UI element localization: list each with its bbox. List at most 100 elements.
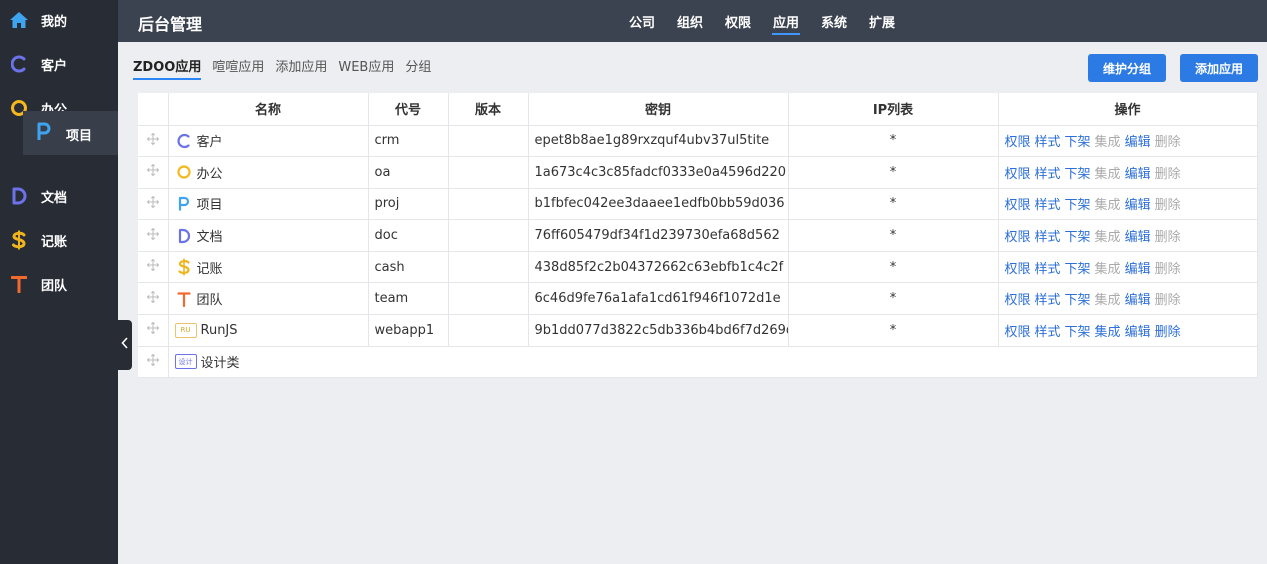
permission-link[interactable]: 权限 xyxy=(1005,321,1031,340)
offline-link[interactable]: 下架 xyxy=(1065,194,1091,213)
drag-handle[interactable] xyxy=(138,251,169,284)
style-link[interactable]: 样式 xyxy=(1035,226,1061,245)
app-code: cash xyxy=(368,251,449,284)
permission-link[interactable]: 权限 xyxy=(1005,131,1031,150)
permission-link[interactable]: 权限 xyxy=(1005,226,1031,245)
app-code: proj xyxy=(368,188,449,221)
app-name-cell: 团队 xyxy=(168,282,369,316)
sidebar-item-my[interactable]: 我的 xyxy=(0,0,118,40)
offline-link[interactable]: 下架 xyxy=(1065,258,1091,277)
offline-link[interactable]: 下架 xyxy=(1065,289,1091,308)
nav-apps[interactable]: 应用 xyxy=(762,0,810,42)
integrate-link: 集成 xyxy=(1094,135,1121,151)
nav-org[interactable]: 组织 xyxy=(666,0,714,42)
sidebar-collapse-button[interactable] xyxy=(118,320,132,370)
tab-web-apps[interactable]: WEB应用 xyxy=(338,58,394,80)
app-code: doc xyxy=(368,219,449,252)
maintain-group-button[interactable]: 维护分组 xyxy=(1088,54,1166,82)
style-link[interactable]: 样式 xyxy=(1035,194,1061,213)
app-ip-list: * xyxy=(788,282,999,316)
nav-permission[interactable]: 权限 xyxy=(714,0,762,42)
app-ip-list: * xyxy=(788,219,999,252)
edit-link[interactable]: 编辑 xyxy=(1125,289,1151,308)
table-row: 团队 team 6c46d9fe76a1afa1cd61f946f1072d1e… xyxy=(138,282,1258,316)
edit-link[interactable]: 编辑 xyxy=(1125,226,1151,245)
app-name-cell: 文档 xyxy=(168,219,369,252)
nav-company[interactable]: 公司 xyxy=(618,0,666,42)
delete-link: 删除 xyxy=(1154,261,1181,277)
page-title: 后台管理 xyxy=(138,15,203,34)
permission-link[interactable]: 权限 xyxy=(1005,194,1031,213)
drag-handle[interactable] xyxy=(138,188,169,221)
app-key: 1a673c4c3c85fadcf0333e0a4596d220 xyxy=(528,156,789,189)
sidebar-item-label: 我的 xyxy=(41,14,68,30)
sidebar-item-label: 团队 xyxy=(41,278,68,294)
header: 后台管理 公司 组织 权限 应用 系统 扩展 xyxy=(118,0,1267,42)
app-name: 记账 xyxy=(196,261,223,277)
style-link[interactable]: 样式 xyxy=(1035,163,1061,182)
sidebar-item-label: 记账 xyxy=(41,234,68,250)
drag-handle[interactable] xyxy=(138,346,169,379)
app-name: RunJS xyxy=(200,322,238,338)
drag-handle[interactable] xyxy=(138,314,169,347)
app-actions: 权限 样式 下架 集成 编辑 删除 xyxy=(998,188,1258,221)
app-name-cell: 客户 xyxy=(168,125,369,158)
nav-extension[interactable]: 扩展 xyxy=(858,0,906,42)
sidebar-item-crm[interactable]: 客户 xyxy=(0,44,118,84)
style-link[interactable]: 样式 xyxy=(1035,258,1061,277)
offline-link[interactable]: 下架 xyxy=(1065,131,1091,150)
edit-link[interactable]: 编辑 xyxy=(1125,131,1151,150)
edit-link[interactable]: 编辑 xyxy=(1125,258,1151,277)
edit-link[interactable]: 编辑 xyxy=(1125,194,1151,213)
offline-link[interactable]: 下架 xyxy=(1065,163,1091,182)
drag-handle[interactable] xyxy=(138,219,169,252)
tab-add-app[interactable]: 添加应用 xyxy=(275,58,327,80)
sidebar-item-team[interactable]: 团队 xyxy=(0,264,118,304)
integrate-link: 集成 xyxy=(1094,198,1121,214)
app-actions: 权限 样式 下架 集成 编辑 删除 xyxy=(998,219,1258,252)
delete-link: 删除 xyxy=(1154,135,1181,151)
table-row: 客户 crm epet8b8ae1g89rxzquf4ubv37ul5tite … xyxy=(138,125,1258,158)
app-actions: 权限 样式 下架 集成 编辑 删除 xyxy=(998,314,1258,347)
style-link[interactable]: 样式 xyxy=(1035,131,1061,150)
permission-link[interactable]: 权限 xyxy=(1005,163,1031,182)
style-link[interactable]: 样式 xyxy=(1035,321,1061,340)
drag-handle[interactable] xyxy=(138,282,169,316)
nav-system[interactable]: 系统 xyxy=(810,0,858,42)
group-row: 设计 设计类 xyxy=(138,346,1258,379)
app-name-cell: 记账 xyxy=(168,251,369,284)
sidebar-item-doc[interactable]: 文档 xyxy=(0,176,118,216)
integrate-link: 集成 xyxy=(1094,293,1121,309)
app-ip-list: * xyxy=(788,156,999,189)
move-icon xyxy=(146,227,159,244)
edit-link[interactable]: 编辑 xyxy=(1125,321,1151,340)
tab-groups[interactable]: 分组 xyxy=(405,58,431,80)
delete-link: 删除 xyxy=(1154,230,1181,246)
app-code: webapp1 xyxy=(368,314,449,347)
offline-link[interactable]: 下架 xyxy=(1065,226,1091,245)
integrate-link[interactable]: 集成 xyxy=(1095,321,1121,340)
sidebar-item-cash[interactable]: 记账 xyxy=(0,220,118,260)
add-app-button[interactable]: 添加应用 xyxy=(1180,54,1258,82)
apps-table: 名称 代号 版本 密钥 IP列表 操作 客户 crm epet8b8ae1g89… xyxy=(138,93,1258,379)
app-version xyxy=(448,282,529,316)
tab-xuanxuan-apps[interactable]: 喧喧应用 xyxy=(212,58,264,80)
tab-zdoo-apps[interactable]: ZDOO应用 xyxy=(133,58,202,80)
edit-link[interactable]: 编辑 xyxy=(1125,163,1151,182)
style-link[interactable]: 样式 xyxy=(1035,289,1061,308)
group-name-cell: 设计 设计类 xyxy=(168,346,1258,379)
app-key: 6c46d9fe76a1afa1cd61f946f1072d1e xyxy=(528,282,789,316)
offline-link[interactable]: 下架 xyxy=(1065,321,1091,340)
delete-link: 删除 xyxy=(1154,293,1181,309)
sidebar-item-proj[interactable]: 项目 xyxy=(23,111,118,155)
column-header-name: 名称 xyxy=(168,93,369,126)
sidebar-item-label: 文档 xyxy=(41,190,68,206)
app-code: oa xyxy=(368,156,449,189)
drag-handle[interactable] xyxy=(138,125,169,158)
permission-link[interactable]: 权限 xyxy=(1005,289,1031,308)
crm-c-icon xyxy=(9,54,29,74)
permission-link[interactable]: 权限 xyxy=(1005,258,1031,277)
delete-link[interactable]: 删除 xyxy=(1155,321,1181,340)
chevron-left-icon xyxy=(121,337,129,353)
drag-handle[interactable] xyxy=(138,156,169,189)
